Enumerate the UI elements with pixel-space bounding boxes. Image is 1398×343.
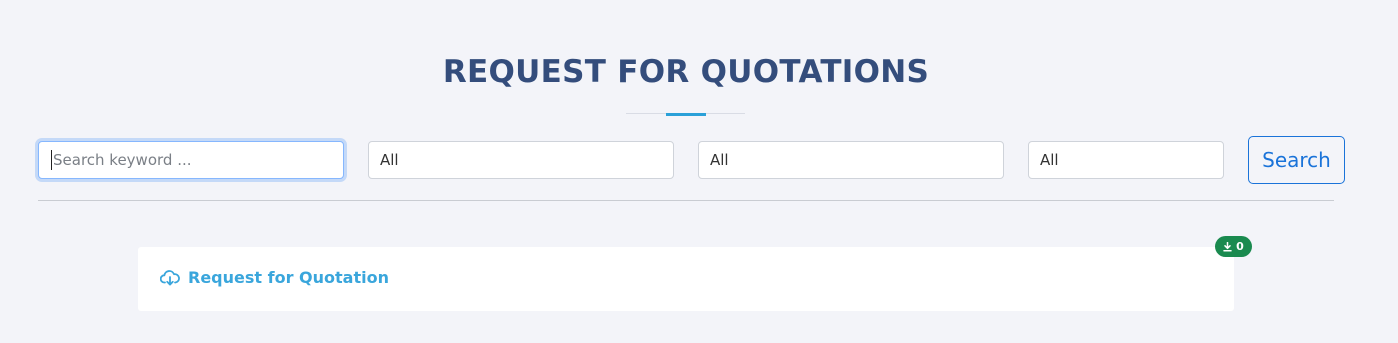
filter-select-3[interactable]: All xyxy=(1028,141,1224,179)
filter-select-1-value: All xyxy=(380,151,399,169)
filter-select-2[interactable]: All xyxy=(698,141,1004,179)
download-icon xyxy=(1223,241,1232,252)
text-caret xyxy=(51,150,52,170)
search-input[interactable]: Search keyword ... xyxy=(38,141,344,179)
page-title: REQUEST FOR QUOTATIONS xyxy=(442,54,930,90)
request-for-quotation-label: Request for Quotation xyxy=(188,268,389,287)
title-accent-bar xyxy=(666,113,706,116)
download-count-badge: 0 xyxy=(1215,236,1252,257)
search-placeholder: Search keyword ... xyxy=(53,151,192,169)
quotation-card: Request for Quotation xyxy=(138,247,1234,311)
request-for-quotation-link[interactable]: Request for Quotation xyxy=(160,268,389,287)
cloud-download-icon xyxy=(160,269,180,285)
filter-select-3-value: All xyxy=(1040,151,1059,169)
download-count: 0 xyxy=(1236,240,1244,253)
filter-divider xyxy=(38,200,1334,201)
filter-select-1[interactable]: All xyxy=(368,141,674,179)
filter-select-2-value: All xyxy=(710,151,729,169)
search-button[interactable]: Search xyxy=(1248,136,1345,184)
